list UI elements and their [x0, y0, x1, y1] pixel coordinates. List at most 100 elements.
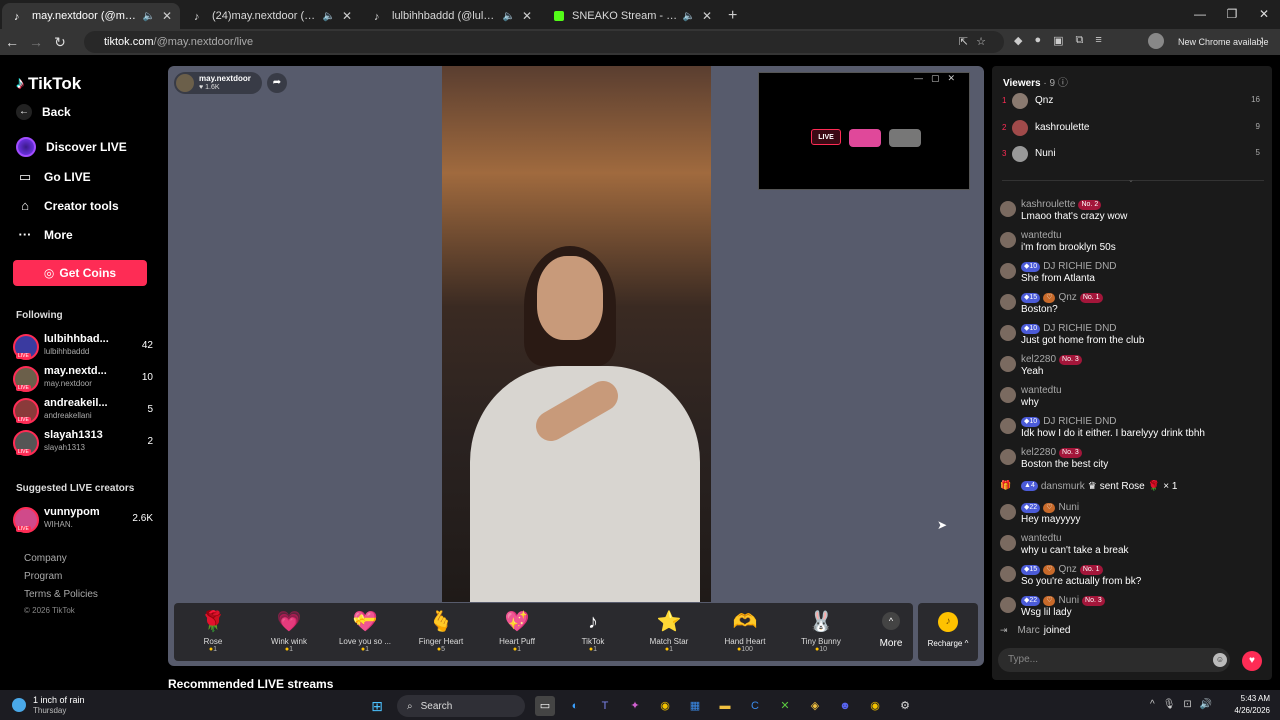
chrome-menu-icon[interactable]: ⋮	[1256, 35, 1268, 49]
xbox-icon[interactable]: ✕	[775, 696, 795, 716]
gift-match-star[interactable]: ⭐ Match Star ●1	[634, 603, 704, 661]
chat-username[interactable]: kel2280	[1021, 447, 1056, 458]
copilot-icon[interactable]: ✦	[625, 696, 645, 716]
close-tab-icon[interactable]: ✕	[162, 9, 172, 23]
avatar[interactable]	[1000, 504, 1016, 520]
following-item[interactable]: LIVE andreakeil... andreakellani 5	[13, 397, 153, 427]
chat-input[interactable]: Type...	[998, 648, 1230, 672]
emoji-icon[interactable]: ☺	[1213, 653, 1227, 667]
back-button[interactable]: ← Back	[16, 104, 71, 120]
browser-tab-2[interactable]: ♪ (24)may.nextdoor (@may.nextd 🔈 ✕	[182, 3, 360, 29]
avatar[interactable]	[1000, 418, 1016, 434]
windows-start-icon[interactable]: ⊞	[367, 696, 387, 716]
extension-icon[interactable]: ●	[1034, 34, 1041, 47]
chat-username[interactable]: DJ RICHIE DND	[1043, 416, 1116, 427]
back-arrow-icon[interactable]: ←	[0, 34, 24, 50]
gift-wink-wink[interactable]: 💗 Wink wink ●1	[254, 603, 324, 661]
profile-avatar[interactable]	[1148, 33, 1164, 49]
teams-icon[interactable]: T	[595, 696, 615, 716]
get-coins-button[interactable]: ◎ Get Coins	[13, 260, 147, 286]
nav-more[interactable]: ··· More	[16, 227, 73, 242]
chat-username[interactable]: kel2280	[1021, 354, 1056, 365]
chat-username[interactable]: wantedtu	[1021, 385, 1062, 396]
url-bar[interactable]: tiktok.com/@may.nextdoor/live ⇱☆	[84, 31, 1004, 53]
gift-sender[interactable]: dansmurk	[1041, 481, 1085, 492]
heart-like-button[interactable]: ♥	[1242, 651, 1262, 671]
browser-tab-1[interactable]: ♪ may.nextdoor (@may.nextdo 🔈 ✕	[2, 3, 180, 29]
media-control-icon[interactable]: ≡	[1095, 34, 1101, 47]
avatar[interactable]	[1000, 356, 1016, 372]
share-button[interactable]: ➦	[267, 73, 287, 93]
system-tray[interactable]: ^🎙⊡🔊	[1150, 699, 1220, 710]
app-icon[interactable]: ◈	[805, 696, 825, 716]
chat-username[interactable]: wantedtu	[1021, 230, 1062, 241]
expand-caret-icon[interactable]: ⌄	[1128, 176, 1134, 184]
viewers-header[interactable]: Viewers · 9 ⓘ	[1003, 74, 1068, 89]
gift-finger-heart[interactable]: 🫰 Finger Heart ●5	[406, 603, 476, 661]
gift-love-you-so[interactable]: 💝 Love you so ... ●1	[330, 603, 400, 661]
close-tab-icon[interactable]: ✕	[522, 9, 532, 23]
gift-heart-puff[interactable]: 💖 Heart Puff ●1	[482, 603, 552, 661]
chat-username[interactable]: kashroulette	[1021, 199, 1075, 210]
close-window-icon[interactable]: ✕	[1248, 0, 1280, 29]
following-item[interactable]: LIVE lulbihhbad... lulbihhbaddd 42	[13, 333, 153, 363]
update-chrome-button[interactable]: New Chrome available	[1178, 37, 1269, 47]
avatar[interactable]	[1000, 597, 1016, 613]
taskbar-search[interactable]: ⌕ Search	[397, 695, 525, 717]
avatar[interactable]	[1000, 294, 1016, 310]
more-gifts-button[interactable]: ^ More	[868, 603, 914, 661]
gift-tiny-bunny[interactable]: 🐰 Tiny Bunny ●10	[786, 603, 856, 661]
store-icon[interactable]: ▦	[685, 696, 705, 716]
speaker-icon[interactable]: 🔈	[502, 11, 514, 22]
avatar[interactable]	[1000, 387, 1016, 403]
picture-in-picture-window[interactable]: —▢✕ LIVE	[758, 72, 970, 190]
chrome-icon[interactable]: ◉	[655, 696, 675, 716]
puzzle-icon[interactable]: ⧉	[1076, 34, 1084, 47]
extension-icon[interactable]: ▣	[1053, 34, 1063, 47]
joined-user[interactable]: Marc	[1018, 625, 1040, 636]
chat-username[interactable]: Qnz	[1058, 292, 1076, 303]
footer-terms-link[interactable]: Terms & Policies	[24, 589, 98, 600]
footer-company-link[interactable]: Company	[24, 553, 67, 564]
help-icon[interactable]: ⓘ	[1058, 78, 1068, 89]
chat-username[interactable]: Nuni	[1058, 595, 1079, 606]
pip-window-controls[interactable]: —▢✕	[759, 73, 969, 87]
maximize-icon[interactable]: ❐	[1216, 0, 1248, 29]
nav-go-live[interactable]: ▭ Go LIVE	[16, 169, 91, 185]
avatar[interactable]	[1000, 566, 1016, 582]
file-explorer-icon[interactable]: ▬	[715, 696, 735, 716]
clock[interactable]: 5:43 AM 4/26/2026	[1220, 693, 1270, 717]
speaker-icon[interactable]: 🔈	[142, 11, 154, 22]
tiktok-logo[interactable]: ♪ TikTok	[16, 74, 81, 94]
following-item[interactable]: LIVE may.nextd... may.nextdoor 10	[13, 365, 153, 395]
edge-icon[interactable]: ◐	[565, 696, 585, 716]
top-viewer-row[interactable]: 3 Nuni 5	[1002, 146, 1260, 164]
forward-arrow-icon[interactable]: →	[24, 34, 48, 50]
minimize-icon[interactable]: —	[1184, 0, 1216, 29]
close-tab-icon[interactable]: ✕	[342, 9, 352, 23]
settings-icon[interactable]: ⚙	[895, 696, 915, 716]
browser-tab-4[interactable]: SNEAKO Stream - Watch Li 🔈 ✕	[542, 3, 720, 29]
avatar[interactable]	[1000, 201, 1016, 217]
discord-icon[interactable]: ☻	[835, 696, 855, 716]
reload-icon[interactable]: ↻	[48, 34, 72, 51]
app-icon[interactable]: C	[745, 696, 765, 716]
recharge-button[interactable]: ♪ Recharge ^	[918, 603, 978, 661]
gift-hand-heart[interactable]: 🫶 Hand Heart ●100	[710, 603, 780, 661]
speaker-icon[interactable]: 🔈	[682, 11, 694, 22]
chat-username[interactable]: DJ RICHIE DND	[1043, 261, 1116, 272]
top-viewer-row[interactable]: 1 Qnz 16	[1002, 93, 1260, 111]
close-tab-icon[interactable]: ✕	[702, 9, 712, 23]
extension-icon[interactable]: ◆	[1014, 34, 1022, 47]
bookmark-star-icon[interactable]: ⇱☆	[959, 35, 994, 48]
chat-username[interactable]: wantedtu	[1021, 533, 1062, 544]
speaker-icon[interactable]: 🔈	[322, 11, 334, 22]
live-video[interactable]	[442, 66, 711, 602]
task-view-icon[interactable]: ▭	[535, 696, 555, 716]
avatar[interactable]	[1000, 535, 1016, 551]
avatar[interactable]	[1000, 263, 1016, 279]
chrome-active-icon[interactable]: ◉	[865, 696, 885, 716]
chat-username[interactable]: Qnz	[1058, 564, 1076, 575]
new-tab-button[interactable]: +	[728, 3, 737, 29]
following-item[interactable]: LIVE slayah1313 slayah1313 2	[13, 429, 153, 459]
